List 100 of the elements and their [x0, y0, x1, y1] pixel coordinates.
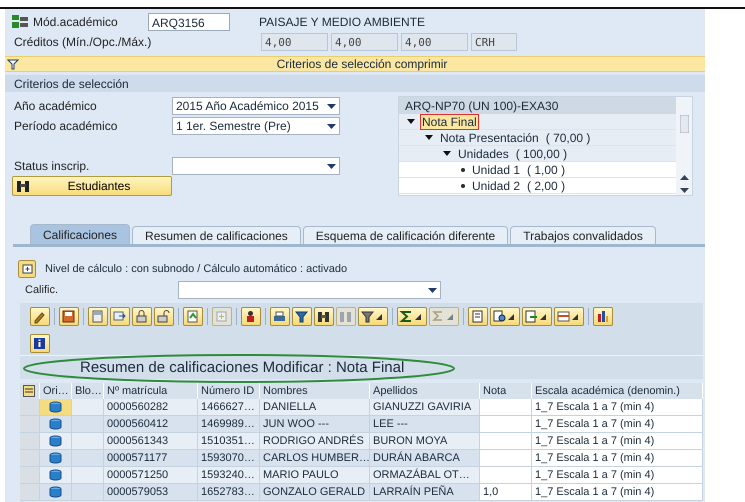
database-icon: [49, 452, 62, 464]
column-header[interactable]: Nombres: [260, 383, 370, 399]
table-cell: [480, 450, 532, 467]
table-cell: LARRAÍN PEÑA: [370, 484, 480, 501]
document-refresh-icon: [185, 309, 200, 324]
module-input[interactable]: ARQ3156: [148, 13, 230, 31]
column-header[interactable]: Escala académica (denomin.): [532, 383, 703, 399]
tree-node-label[interactable]: Nota Final: [420, 114, 479, 130]
tree-node-label[interactable]: Nota Presentación: [438, 130, 541, 146]
table-cell: 1,0: [480, 484, 532, 501]
binoculars-icon: [16, 180, 30, 192]
scroll-up-icon[interactable]: [680, 175, 688, 180]
column-settings-header[interactable]: [20, 383, 40, 399]
toolbar-button[interactable]: [59, 307, 79, 326]
printer-icon: [272, 309, 287, 324]
scroll-grip-icon[interactable]: [680, 115, 688, 133]
table-cell: 0000579053: [104, 484, 198, 501]
dropdown-caret-icon: [428, 288, 437, 292]
expand-node-icon[interactable]: [18, 260, 36, 278]
toolbar-button[interactable]: [30, 334, 50, 353]
toolbar-button[interactable]: [110, 307, 130, 326]
expanded-triangle-icon[interactable]: [443, 150, 451, 158]
column-header[interactable]: Ori…: [40, 383, 72, 399]
credits-field: CRH: [471, 33, 517, 51]
collapse-bar[interactable]: Criterios de selección comprimir: [5, 56, 705, 72]
toolbar-button[interactable]: [154, 307, 174, 326]
database-icon: [49, 435, 62, 447]
dropdown-field[interactable]: 1 1er. Semestre (Pre): [172, 117, 340, 135]
toolbar-button[interactable]: [292, 307, 312, 326]
field-label: Período académico: [14, 119, 118, 133]
column-header[interactable]: Nº matrícula: [104, 383, 198, 399]
document-icon: [470, 309, 485, 324]
toolbar-button[interactable]: [88, 307, 108, 326]
tab[interactable]: Resumen de calificaciones: [132, 226, 301, 244]
table-cell: DURÁN ABARCA: [370, 450, 480, 467]
table-cell: 0000561343: [104, 433, 198, 450]
section-header: Criterios de selección: [5, 75, 705, 92]
bullet-icon: [461, 168, 465, 172]
funnel-icon: [360, 309, 375, 324]
toolbar-button[interactable]: [183, 307, 203, 326]
toolbar-button[interactable]: [554, 307, 584, 326]
table-cell: 1510351…: [198, 433, 260, 450]
toolbar-button[interactable]: [132, 307, 152, 326]
table-cell: 1_7 Escala 1 a 7 (min 4): [532, 450, 703, 467]
toolbar-button[interactable]: [522, 307, 552, 326]
tab[interactable]: Trabajos convalidados: [510, 226, 656, 244]
add-row-icon: [214, 309, 229, 324]
toolbar-button[interactable]: [314, 307, 334, 326]
bar-chart-icon: [595, 309, 610, 324]
column-header[interactable]: Nota: [480, 383, 532, 399]
table-cell: MARIO PAULO: [260, 467, 370, 484]
column-header[interactable]: Número ID: [198, 383, 260, 399]
module-name: PAISAJE Y MEDIO AMBIENTE: [259, 15, 426, 29]
toolbar-button[interactable]: [490, 307, 520, 326]
collapse-icon[interactable]: [7, 58, 19, 70]
credits-field: 4,00: [261, 33, 328, 51]
toolbar-button[interactable]: [468, 307, 488, 326]
table-cell: 1652783…: [198, 484, 260, 501]
expanded-triangle-icon[interactable]: [407, 118, 415, 126]
table-cell: 1_7 Escala 1 a 7 (min 4): [532, 399, 703, 416]
toolbar-button[interactable]: [593, 307, 613, 326]
export-icon: [524, 309, 539, 324]
table-cell: [480, 399, 532, 416]
table-cell: 1466627…: [198, 399, 260, 416]
dropdown-caret-icon: [447, 314, 453, 320]
table-cell: 0000571250: [104, 467, 198, 484]
toolbar-button[interactable]: [30, 307, 50, 326]
field-label: Créditos (Mín./Opc./Máx.): [14, 35, 152, 49]
calculator-icon: [90, 309, 105, 324]
dropdown-field[interactable]: [172, 157, 340, 175]
column-header[interactable]: Blo…: [72, 383, 104, 399]
table-cell: [480, 433, 532, 450]
tree-header: ARQ-NP70 (UN 100)-EXA30: [399, 97, 676, 114]
info-icon: [32, 336, 47, 351]
field-label: Mód.académico: [33, 15, 119, 29]
toolbar-button[interactable]: [397, 307, 427, 326]
table-cell: 1593240…: [198, 467, 260, 484]
students-button[interactable]: Estudiantes: [12, 176, 172, 196]
database-icon: [49, 418, 62, 430]
expanded-triangle-icon[interactable]: [425, 134, 433, 142]
scroll-down-icon[interactable]: [680, 188, 688, 193]
toolbar-button[interactable]: [270, 307, 290, 326]
toolbar-button[interactable]: [241, 307, 261, 326]
open-padlock-icon: [156, 309, 171, 324]
tab[interactable]: Calificaciones: [30, 224, 130, 244]
layout-icon[interactable]: [23, 385, 35, 397]
toolbar-button[interactable]: [358, 307, 388, 326]
database-icon: [49, 486, 62, 498]
tree-node-label[interactable]: Unidad 2: [470, 178, 522, 194]
module-tree-icon: [12, 15, 28, 29]
tab[interactable]: Esquema de calificación diferente: [302, 226, 508, 244]
dropdown-caret-icon: [572, 314, 578, 320]
table-cell: RODRIGO ANDRÉS: [260, 433, 370, 450]
tree-node-value: ( 70,00 ): [546, 130, 590, 144]
tree-node-label[interactable]: Unidad 1: [470, 162, 522, 178]
tree-node-value: ( 2,00 ): [527, 178, 566, 192]
column-header[interactable]: Apellidos: [370, 383, 480, 399]
dropdown-caret-icon: [327, 164, 336, 168]
dropdown-field[interactable]: 2015 Año Académico 2015: [172, 97, 340, 115]
tree-node-label[interactable]: Unidades: [456, 146, 511, 162]
